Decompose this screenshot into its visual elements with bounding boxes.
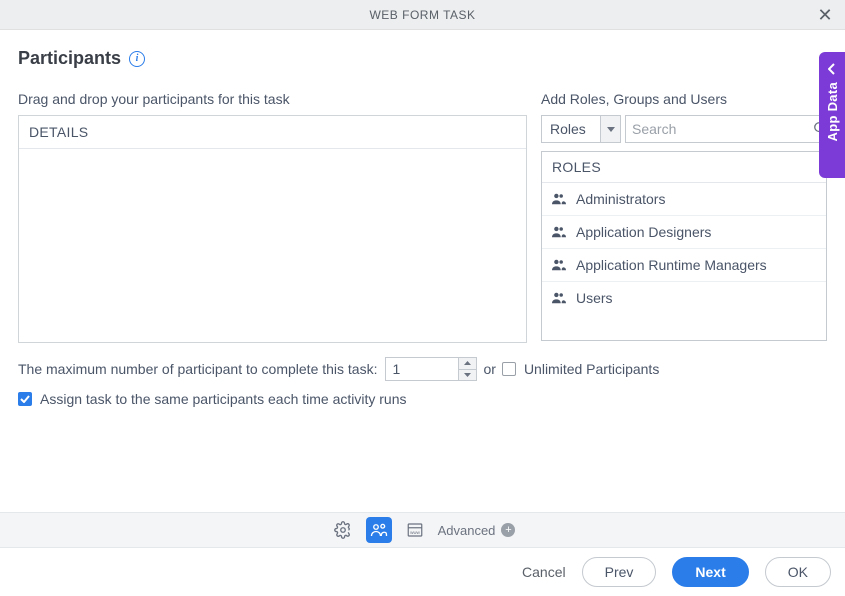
role-item[interactable]: Users: [542, 282, 826, 314]
bottom-toolbar: www Advanced +: [0, 512, 845, 548]
role-name: Application Runtime Managers: [576, 257, 767, 273]
roles-label: Add Roles, Groups and Users: [541, 91, 827, 107]
chevron-down-icon: [464, 373, 471, 377]
dropzone-header: DETAILS: [19, 116, 526, 149]
role-name: Application Designers: [576, 224, 711, 240]
participants-icon: [370, 521, 388, 539]
participants-button[interactable]: [366, 517, 392, 543]
max-participants-label: The maximum number of participant to com…: [18, 361, 377, 377]
check-icon: [20, 395, 30, 403]
chevron-up-icon: [464, 361, 471, 365]
search-row: Roles: [541, 115, 827, 143]
columns: Drag and drop your participants for this…: [18, 91, 827, 343]
search-wrap: [625, 115, 834, 143]
page-title: Participants: [18, 48, 121, 69]
titlebar: WEB FORM TASK ✕: [0, 0, 845, 30]
app-data-label: App Data: [825, 82, 840, 141]
titlebar-title: WEB FORM TASK: [369, 8, 475, 22]
info-icon[interactable]: i: [129, 51, 145, 67]
gear-icon: [334, 521, 352, 539]
role-item[interactable]: Application Runtime Managers: [542, 249, 826, 282]
assign-checkbox[interactable]: [18, 392, 32, 406]
max-participants-spinner: [385, 357, 477, 381]
close-icon: ✕: [817, 5, 832, 26]
cancel-button[interactable]: Cancel: [522, 564, 566, 580]
roles-panel: ROLES Administrators Application Designe…: [541, 151, 827, 341]
chevron-down-icon: [600, 116, 620, 142]
search-input[interactable]: [632, 121, 813, 137]
page-heading: Participants i: [18, 48, 827, 69]
advanced-label: Advanced: [438, 523, 496, 538]
form-button[interactable]: www: [402, 517, 428, 543]
assign-row: Assign task to the same participants eac…: [18, 391, 827, 407]
next-button[interactable]: Next: [672, 557, 748, 587]
advanced-button[interactable]: Advanced +: [438, 523, 516, 538]
max-participants-input[interactable]: [386, 358, 458, 380]
spinner-down-button[interactable]: [459, 370, 476, 381]
role-icon: [552, 192, 566, 206]
assign-label: Assign task to the same participants eac…: [40, 391, 407, 407]
plus-icon: +: [501, 523, 515, 537]
participants-column: Drag and drop your participants for this…: [18, 91, 527, 343]
role-icon: [552, 225, 566, 239]
app-data-tab[interactable]: App Data: [819, 52, 845, 178]
role-icon: [552, 258, 566, 272]
roles-column: Add Roles, Groups and Users Roles: [541, 91, 827, 343]
close-button[interactable]: ✕: [815, 5, 835, 25]
or-label: or: [483, 361, 495, 377]
ok-button[interactable]: OK: [765, 557, 831, 587]
role-name: Users: [576, 290, 613, 306]
footer: Cancel Prev Next OK: [0, 548, 845, 596]
spinner-up-button[interactable]: [459, 358, 476, 370]
roles-list-header: ROLES: [542, 152, 826, 183]
unlimited-checkbox[interactable]: [502, 362, 516, 376]
svg-text:www: www: [410, 530, 420, 535]
role-item[interactable]: Administrators: [542, 183, 826, 216]
max-participants-row: The maximum number of participant to com…: [18, 357, 827, 381]
role-item[interactable]: Application Designers: [542, 216, 826, 249]
participants-dropzone[interactable]: DETAILS: [18, 115, 527, 343]
spinner-buttons: [458, 358, 476, 380]
form-icon: www: [406, 521, 424, 539]
role-name: Administrators: [576, 191, 665, 207]
unlimited-label: Unlimited Participants: [524, 361, 659, 377]
role-type-select[interactable]: Roles: [541, 115, 621, 143]
settings-button[interactable]: [330, 517, 356, 543]
unlimited-checkbox-wrap: Unlimited Participants: [502, 361, 659, 377]
role-icon: [552, 291, 566, 305]
prev-button[interactable]: Prev: [582, 557, 657, 587]
chevron-left-icon: [828, 62, 836, 78]
select-value: Roles: [542, 116, 600, 142]
dropzone-label: Drag and drop your participants for this…: [18, 91, 527, 107]
content: Participants i Drag and drop your partic…: [0, 30, 845, 407]
